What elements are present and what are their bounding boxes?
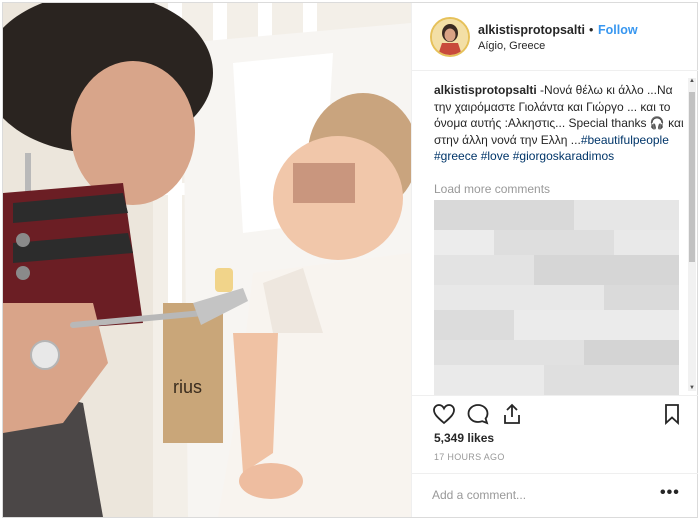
action-bar [412,395,698,431]
comments-section: alkistisprotopsalti -Νονά θέλω κι άλλο .… [412,72,698,395]
heart-icon[interactable] [432,402,456,426]
comment-icon[interactable] [466,402,490,426]
username-link[interactable]: alkistisprotopsalti [478,23,585,37]
post-panel: alkistisprotopsalti • Follow Aígio, Gree… [411,3,698,517]
location-link[interactable]: Aígio, Greece [478,40,545,52]
scroll-thumb[interactable] [689,92,695,262]
likes-count[interactable]: 5,349 likes [434,431,494,445]
blurred-comments [434,200,679,395]
bookmark-icon[interactable] [660,402,684,426]
hashtag-link[interactable]: #giorgoskaradimos [513,149,614,163]
caption-username[interactable]: alkistisprotopsalti [434,83,537,97]
load-more-comments-button[interactable]: Load more comments [434,182,550,196]
post-timestamp: 17 HOURS AGO [434,452,505,462]
add-comment-bar: ••• [412,473,698,515]
separator-dot: • [589,23,594,37]
scroll-up-arrow-icon[interactable]: ▲ [689,78,695,84]
scroll-down-arrow-icon[interactable]: ▼ [689,385,695,391]
follow-button[interactable]: Follow [598,23,638,37]
caption: alkistisprotopsalti -Νονά θέλω κι άλλο .… [434,82,684,165]
post-photo[interactable]: rius [3,3,411,517]
add-comment-input[interactable] [432,486,632,504]
svg-text:rius: rius [173,377,202,397]
hashtag-link[interactable]: #beautifulpeople [581,133,669,147]
hashtag-link[interactable]: #love [481,149,510,163]
hashtag-link[interactable]: #greece [434,149,477,163]
comments-scrollbar[interactable]: ▲ ▼ [688,78,696,391]
post-header: alkistisprotopsalti • Follow Aígio, Gree… [412,3,698,71]
avatar[interactable] [430,17,470,57]
more-options-icon[interactable]: ••• [660,484,680,502]
share-icon[interactable] [500,402,524,426]
